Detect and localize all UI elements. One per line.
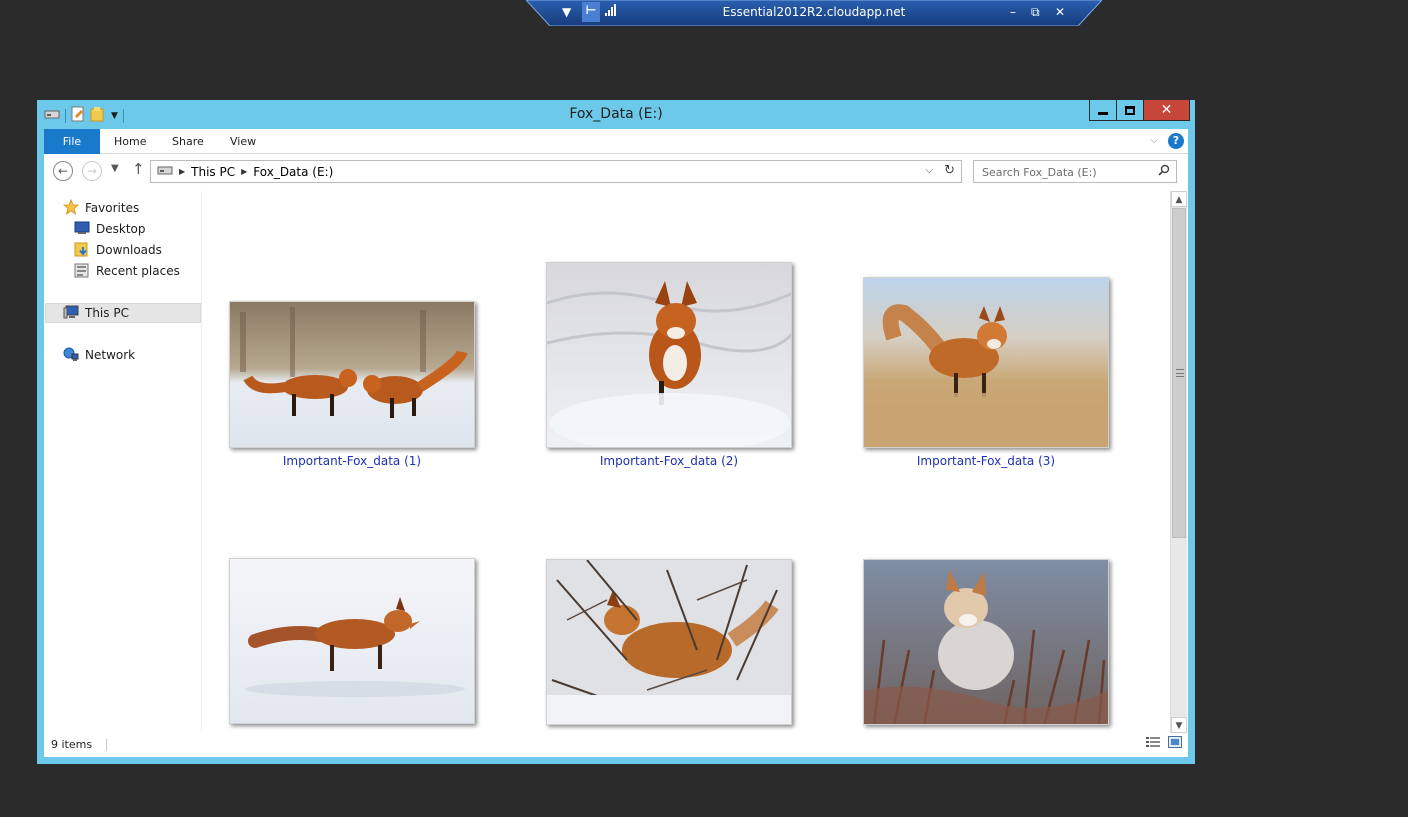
nav-label: Favorites (85, 201, 140, 215)
file-view[interactable]: Important-Fox_data (1) Important-Fox_dat… (204, 191, 1170, 731)
navigation-pane: Favorites Desktop Downloads Recent place… (44, 191, 202, 731)
file-thumbnail[interactable] (863, 559, 1109, 725)
nav-downloads[interactable]: Downloads (74, 240, 162, 260)
file-thumbnail[interactable] (863, 277, 1109, 448)
minimize-button[interactable] (1089, 100, 1117, 121)
vertical-scrollbar[interactable]: ▲ ▼ (1170, 191, 1187, 733)
navigation-row: ← → ▼ ↑ ▶ This PC ▶ Fox_Data (E:) ⌵ ↻ (44, 155, 1188, 187)
maximize-icon (1125, 105, 1135, 115)
window-body: File Home Share View ⌵ ? ← → ▼ ↑ ▶ This … (44, 129, 1188, 757)
scrollbar-thumb[interactable] (1172, 208, 1186, 538)
tab-view[interactable]: View (216, 129, 270, 154)
tab-file[interactable]: File (44, 129, 100, 154)
scroll-up-icon[interactable]: ▲ (1171, 191, 1187, 207)
view-switcher (1146, 736, 1182, 751)
expand-ribbon-icon[interactable]: ⌵ (1150, 135, 1158, 146)
star-icon (62, 198, 80, 218)
file-thumbnail[interactable] (546, 559, 792, 725)
restore-icon[interactable]: ⧉ (1031, 4, 1040, 20)
minimize-icon (1098, 111, 1108, 115)
help-icon[interactable]: ? (1168, 133, 1184, 149)
downloads-folder-icon (74, 241, 90, 260)
recent-places-icon (74, 262, 90, 281)
breadcrumb-this-pc[interactable]: This PC (191, 165, 235, 179)
fox-photo-image (864, 278, 1108, 447)
close-icon[interactable]: ✕ (1055, 4, 1065, 20)
file-name[interactable]: Important-Fox_data (1) (229, 454, 475, 468)
nav-desktop[interactable]: Desktop (74, 219, 146, 239)
details-view-icon[interactable] (1146, 736, 1160, 751)
search-box[interactable] (973, 160, 1177, 183)
status-divider (106, 739, 107, 751)
nav-label: Desktop (96, 222, 146, 236)
file-thumbnail[interactable] (546, 262, 792, 448)
search-input[interactable] (982, 164, 1152, 180)
item-count: 9 items (51, 738, 93, 751)
drive-icon (157, 164, 173, 179)
desktop-icon (74, 221, 90, 238)
tab-home[interactable]: Home (100, 129, 160, 154)
nav-label: Network (85, 348, 136, 362)
nav-network[interactable]: Network (63, 345, 135, 365)
breadcrumb-separator-icon[interactable]: ▶ (241, 167, 247, 176)
nav-recent-places[interactable]: Recent places (74, 261, 180, 281)
ribbon-tabs: File Home Share View ⌵ ? (44, 129, 1188, 154)
fox-photo-image (864, 560, 1108, 724)
arrow-left-icon: ← (57, 164, 69, 178)
title-bar[interactable]: ▼ Fox_Data (E:) ✕ (37, 100, 1195, 128)
file-thumbnail[interactable] (229, 301, 475, 448)
address-history-icon[interactable]: ⌵ (925, 165, 933, 176)
close-button[interactable]: ✕ (1144, 100, 1190, 121)
nav-this-pc[interactable]: This PC (45, 303, 201, 323)
recent-locations-icon[interactable]: ▼ (111, 163, 119, 174)
minimize-icon[interactable]: – (1010, 4, 1016, 20)
nav-label: Downloads (96, 243, 162, 257)
breadcrumb-fox-data[interactable]: Fox_Data (E:) (253, 165, 333, 179)
grip-icon (1176, 369, 1184, 377)
close-icon: ✕ (1160, 102, 1173, 118)
maximize-button[interactable] (1117, 100, 1144, 121)
nav-label: This PC (85, 306, 129, 320)
scroll-down-icon[interactable]: ▼ (1171, 717, 1187, 733)
nav-label: Recent places (96, 264, 180, 278)
address-bar[interactable]: ▶ This PC ▶ Fox_Data (E:) ⌵ ↻ (150, 160, 962, 183)
nav-favorites[interactable]: Favorites (62, 198, 140, 218)
up-arrow-icon[interactable]: ↑ (132, 160, 145, 178)
file-name[interactable]: Important-Fox_data (2) (546, 454, 792, 468)
breadcrumb-separator-icon[interactable]: ▶ (179, 167, 185, 176)
network-icon (63, 346, 79, 365)
large-icons-view-icon[interactable] (1168, 736, 1182, 751)
search-icon[interactable] (1158, 164, 1170, 179)
remote-connection-bar: ▼ ⊢ Essential2012R2.cloudapp.net – ⧉ ✕ (526, 0, 1102, 26)
status-bar: 9 items (44, 733, 1188, 757)
computer-icon (63, 305, 79, 322)
file-name[interactable]: Important-Fox_data (3) (863, 454, 1109, 468)
breadcrumb: ▶ This PC ▶ Fox_Data (E:) (157, 164, 333, 179)
arrow-right-icon: → (86, 164, 98, 178)
tab-share[interactable]: Share (158, 129, 218, 154)
explorer-window: ▼ Fox_Data (E:) ✕ File Home Share View ⌵… (37, 100, 1195, 764)
back-button[interactable]: ← (53, 161, 73, 181)
window-title: Fox_Data (E:) (569, 106, 663, 122)
fox-photo-image (547, 263, 791, 447)
fox-photo-image (230, 559, 474, 723)
fox-photo-image (547, 560, 791, 724)
fox-photo-image (230, 302, 474, 447)
forward-button[interactable]: → (82, 161, 102, 181)
file-thumbnail[interactable] (229, 558, 475, 724)
refresh-icon[interactable]: ↻ (944, 163, 955, 178)
